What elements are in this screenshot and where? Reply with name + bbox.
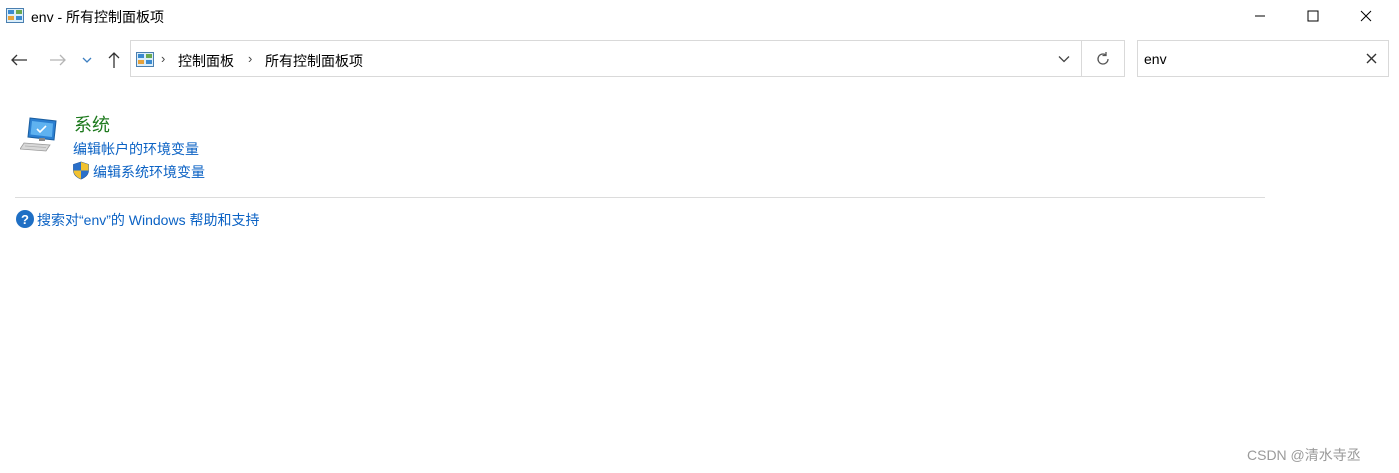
arrow-right-icon	[50, 54, 66, 66]
address-history-button[interactable]	[1046, 40, 1082, 77]
breadcrumb-separator[interactable]: ›	[248, 51, 252, 66]
window-title: env - 所有控制面板项	[31, 9, 165, 25]
arrow-left-icon	[11, 54, 27, 66]
watermark: CSDN @清水寺丞	[1247, 447, 1361, 463]
search-input[interactable]: env	[1137, 40, 1389, 77]
forward-button[interactable]	[47, 49, 69, 71]
refresh-button[interactable]	[1082, 40, 1125, 77]
refresh-icon	[1097, 51, 1109, 65]
edit-system-env-vars-link[interactable]: 编辑系统环境变量	[93, 162, 205, 182]
breadcrumb-separator[interactable]: ›	[161, 51, 165, 66]
close-icon	[1360, 10, 1372, 22]
svg-text:?: ?	[21, 212, 29, 227]
recent-locations-button[interactable]	[78, 49, 96, 71]
close-icon	[1366, 53, 1376, 63]
divider	[15, 197, 1265, 198]
uac-shield-icon	[73, 161, 89, 180]
control-panel-icon	[6, 8, 24, 23]
up-button[interactable]	[103, 49, 125, 71]
maximize-button[interactable]	[1290, 0, 1336, 32]
chevron-down-icon	[1058, 55, 1070, 62]
minimize-icon	[1255, 15, 1265, 17]
address-bar[interactable]: › 控制面板 › 所有控制面板项	[130, 40, 1082, 77]
back-button[interactable]	[8, 49, 30, 71]
search-value[interactable]: env	[1144, 51, 1167, 67]
minimize-button[interactable]	[1237, 0, 1283, 32]
edit-user-env-vars-link[interactable]: 编辑帐户的环境变量	[73, 139, 199, 159]
result-title-system[interactable]: 系统	[74, 111, 110, 137]
windows-help-link[interactable]: 搜索对“env”的 Windows 帮助和支持	[37, 210, 259, 230]
control-panel-icon	[136, 52, 154, 67]
title-bar: env - 所有控制面板项	[0, 0, 1399, 32]
close-button[interactable]	[1343, 0, 1389, 32]
help-icon: ?	[16, 210, 34, 228]
maximize-icon	[1307, 10, 1319, 22]
breadcrumb-all-items[interactable]: 所有控制面板项	[265, 51, 363, 71]
chevron-down-icon	[82, 57, 92, 63]
breadcrumb-control-panel[interactable]: 控制面板	[178, 51, 234, 71]
arrow-up-icon	[108, 52, 120, 68]
computer-icon	[20, 117, 57, 152]
clear-search-button[interactable]	[1362, 49, 1380, 67]
